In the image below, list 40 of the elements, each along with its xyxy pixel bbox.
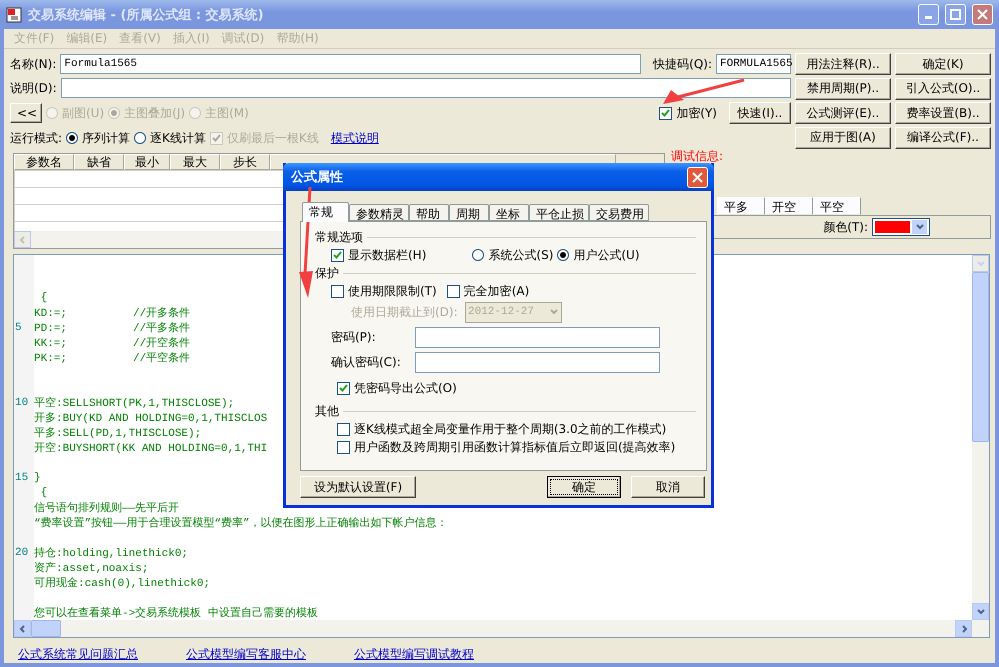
code-line: 持仓:holding,linethick0; (34, 546, 188, 560)
line-number: 15 (14, 472, 30, 484)
line-number: 20 (14, 546, 30, 558)
color-label: 颜色(T): (823, 218, 868, 236)
line-number: 5 (14, 322, 23, 334)
column-header: 缺省 (74, 154, 124, 170)
column-header: 最小 (124, 154, 170, 170)
code-line: PD:=; //平多条件 (34, 321, 190, 335)
group-title: 保护 (315, 264, 339, 282)
window-title: 交易系统编辑 - (所属公式组 : 交易系统) (28, 6, 265, 24)
expiry-label: 使用日期截止到(D): (351, 304, 459, 320)
dialog-title: 公式属性 (291, 169, 343, 186)
shortcut-label: 快捷码(Q): (653, 56, 712, 73)
column-header: 参数名 (14, 154, 74, 170)
debug-info-label: 调试信息: (671, 149, 724, 164)
group-title: 常规选项 (315, 228, 363, 246)
code-line: } (34, 472, 41, 484)
line-number: 10 (14, 396, 30, 408)
code-line: KK:=; //开空条件 (34, 336, 190, 350)
code-line: 平多:SELL(PD,1,THISCLOSE); (34, 426, 202, 440)
code-line: KD:=; //开多条件 (34, 306, 190, 320)
code-line: 开空:BUYSHORT(KK AND HOLDING=0,1,THI (34, 440, 268, 455)
run-mode-label: 运行模式: (10, 130, 62, 147)
name-label: 名称(N): (10, 56, 56, 73)
code-line: 资产:asset,noaxis; (34, 560, 148, 575)
code-line: “费率设置”按钮——用于合理设置模型“费率”，以便在图形上正确输出如下帐户信息： (34, 516, 448, 530)
code-line: 可用现金:cash(0),linethick0; (34, 576, 210, 590)
code-line: { (40, 292, 48, 304)
password-label: 密码(P): (331, 328, 377, 346)
code-line: 开多:BUY(KD AND HOLDING=0,1,THISCLOS (34, 411, 268, 425)
code-line: 平空:SELLSHORT(PK,1,THISCLOSE); (34, 396, 234, 410)
code-line: PK:=; //平空条件 (34, 350, 190, 365)
code-line: 您可以在查看菜单->交易系统模板 中设置自己需要的模板 (34, 606, 318, 620)
code-line: 信号语句排列规则——先平后开 (34, 501, 180, 515)
column-header: 最大 (170, 154, 220, 170)
column-header: 步长 (220, 154, 270, 170)
description-label: 说明(D): (10, 80, 57, 97)
group-title: 其他 (315, 402, 339, 420)
code-line: { (40, 486, 48, 498)
confirm-password-label: 确认密码(C): (331, 354, 402, 370)
